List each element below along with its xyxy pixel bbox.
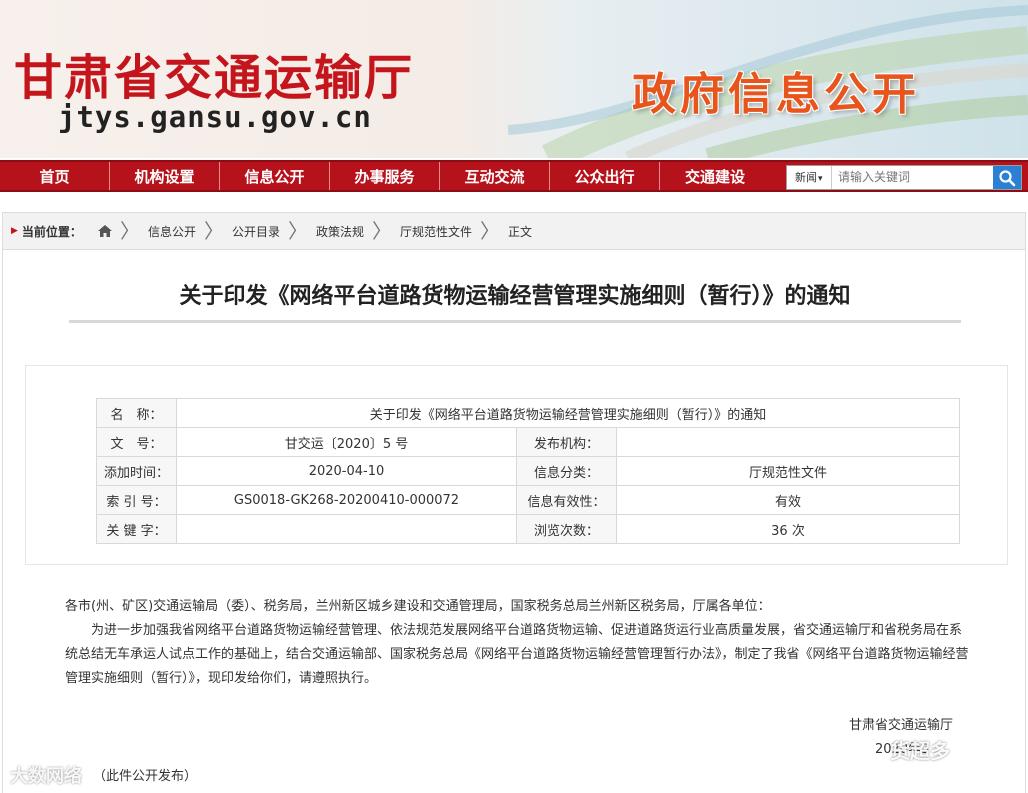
meta-name-label: 名 称： [96,398,177,428]
search-input[interactable] [831,166,993,189]
nav-item-interaction[interactable]: 互动交流 [440,162,550,190]
signer: 甘肃省交通运输厅 [849,718,954,733]
nav-item-home[interactable]: 首页 [0,162,110,190]
breadcrumb-item-current: 正文 [508,224,533,239]
meta-views-value: 36 次 [616,514,960,544]
nav-item-construction[interactable]: 交通建设 [660,162,770,190]
watermark-right: 货超多 [890,739,950,763]
breadcrumb-item-catalog[interactable]: 公开目录 [232,223,280,240]
breadcrumb-separator-icon: 〉 [287,219,308,243]
salutation: 各市(州、矿区)交通运输局（委）、税务局，兰州新区城乡建设和交通管理局，国家税务… [65,599,771,614]
meta-docno-value: 甘交运〔2020〕5 号 [176,427,517,457]
meta-name-value: 关于印发《网络平台道路货物运输经营管理实施细则（暂行）》的通知 [176,398,960,428]
meta-validity-label: 信息有效性： [516,485,617,515]
meta-publisher-value [616,427,960,457]
search-scope-label: 新闻 [795,171,817,184]
header-banner: 甘肃省交通运输厅 jtys.gansu.gov.cn 政府信息公开 [0,0,1028,158]
breadcrumb-label: 当前位置： [21,224,82,239]
meta-added-label: 添加时间： [96,456,177,486]
meta-keyword-label: 关 键 字： [96,514,177,544]
breadcrumb-item-normative-docs[interactable]: 厅规范性文件 [400,223,472,240]
breadcrumb: ▶ 当前位置： 〉 信息公开 〉 公开目录 〉 政策法规 〉 厅规范性文件 〉 … [2,212,1026,250]
metadata-table: 名 称： 关于印发《网络平台道路货物运输经营管理实施细则（暂行）》的通知 文 号… [96,398,960,544]
breadcrumb-item-info-disclosure[interactable]: 信息公开 [148,223,196,240]
watermark-left: 大数网络 [10,766,82,787]
search-icon [999,169,1016,186]
page-title: 关于印发《网络平台道路货物运输经营管理实施细则（暂行）》的通知 [179,284,851,309]
nav-item-public-travel[interactable]: 公众出行 [550,162,660,190]
search-button[interactable] [992,166,1021,189]
meta-keyword-value [176,514,517,544]
meta-category-label: 信息分类： [516,456,617,486]
table-row: 文 号： 甘交运〔2020〕5 号 发布机构： [96,427,960,457]
breadcrumb-separator-icon: 〉 [119,219,140,243]
nav-item-organization[interactable]: 机构设置 [110,162,220,190]
nav-item-services[interactable]: 办事服务 [330,162,440,190]
metadata-box: 名 称： 关于印发《网络平台道路货物运输经营管理实施细则（暂行）》的通知 文 号… [25,365,1008,565]
main-nav: 首页 机构设置 信息公开 办事服务 互动交流 公众出行 交通建设 新闻▾ [0,160,1028,192]
article-panel: 关于印发《网络平台道路货物运输经营管理实施细则（暂行）》的通知 名 称： 关于印… [2,250,1026,793]
search-box: 新闻▾ [786,165,1022,190]
chevron-down-icon: ▾ [818,174,823,184]
nav-item-info-disclosure[interactable]: 信息公开 [220,162,330,190]
meta-views-label: 浏览次数： [516,514,617,544]
breadcrumb-separator-icon: 〉 [203,219,224,243]
site-title: 甘肃省交通运输厅 [14,50,415,106]
meta-validity-value: 有效 [616,485,960,515]
table-row: 添加时间： 2020-04-10 信息分类： 厅规范性文件 [96,456,960,486]
meta-publisher-label: 发布机构： [516,427,617,457]
breadcrumb-item-policy[interactable]: 政策法规 [316,223,364,240]
section-banner-title: 政府信息公开 [632,69,920,120]
table-row: 索 引 号： GS0018-GK268-20200410-000072 信息有效… [96,485,960,515]
meta-docno-label: 文 号： [96,427,177,457]
meta-index-value: GS0018-GK268-20200410-000072 [176,485,517,515]
table-row: 关 键 字： 浏览次数： 36 次 [96,514,960,544]
breadcrumb-marker-icon: ▶ [11,226,18,236]
article-body: 各市(州、矿区)交通运输局（委）、税务局，兰州新区城乡建设和交通管理局，国家税务… [65,595,971,691]
body-paragraph: 为进一步加强我省网络平台道路货物运输经营管理、依法规范发展网络平台道路货物运输、… [65,623,969,686]
breadcrumb-separator-icon: 〉 [371,219,392,243]
site-url: jtys.gansu.gov.cn [58,100,372,134]
search-scope-select[interactable]: 新闻▾ [787,166,832,189]
table-row: 名 称： 关于印发《网络平台道路货物运输经营管理实施细则（暂行）》的通知 [96,398,960,428]
release-note: （此件公开发布） [93,769,198,784]
meta-added-value: 2020-04-10 [176,456,517,486]
title-divider [69,320,961,323]
home-icon[interactable] [97,225,112,237]
meta-category-value: 厅规范性文件 [616,456,960,486]
breadcrumb-separator-icon: 〉 [480,219,500,243]
meta-index-label: 索 引 号： [96,485,177,515]
